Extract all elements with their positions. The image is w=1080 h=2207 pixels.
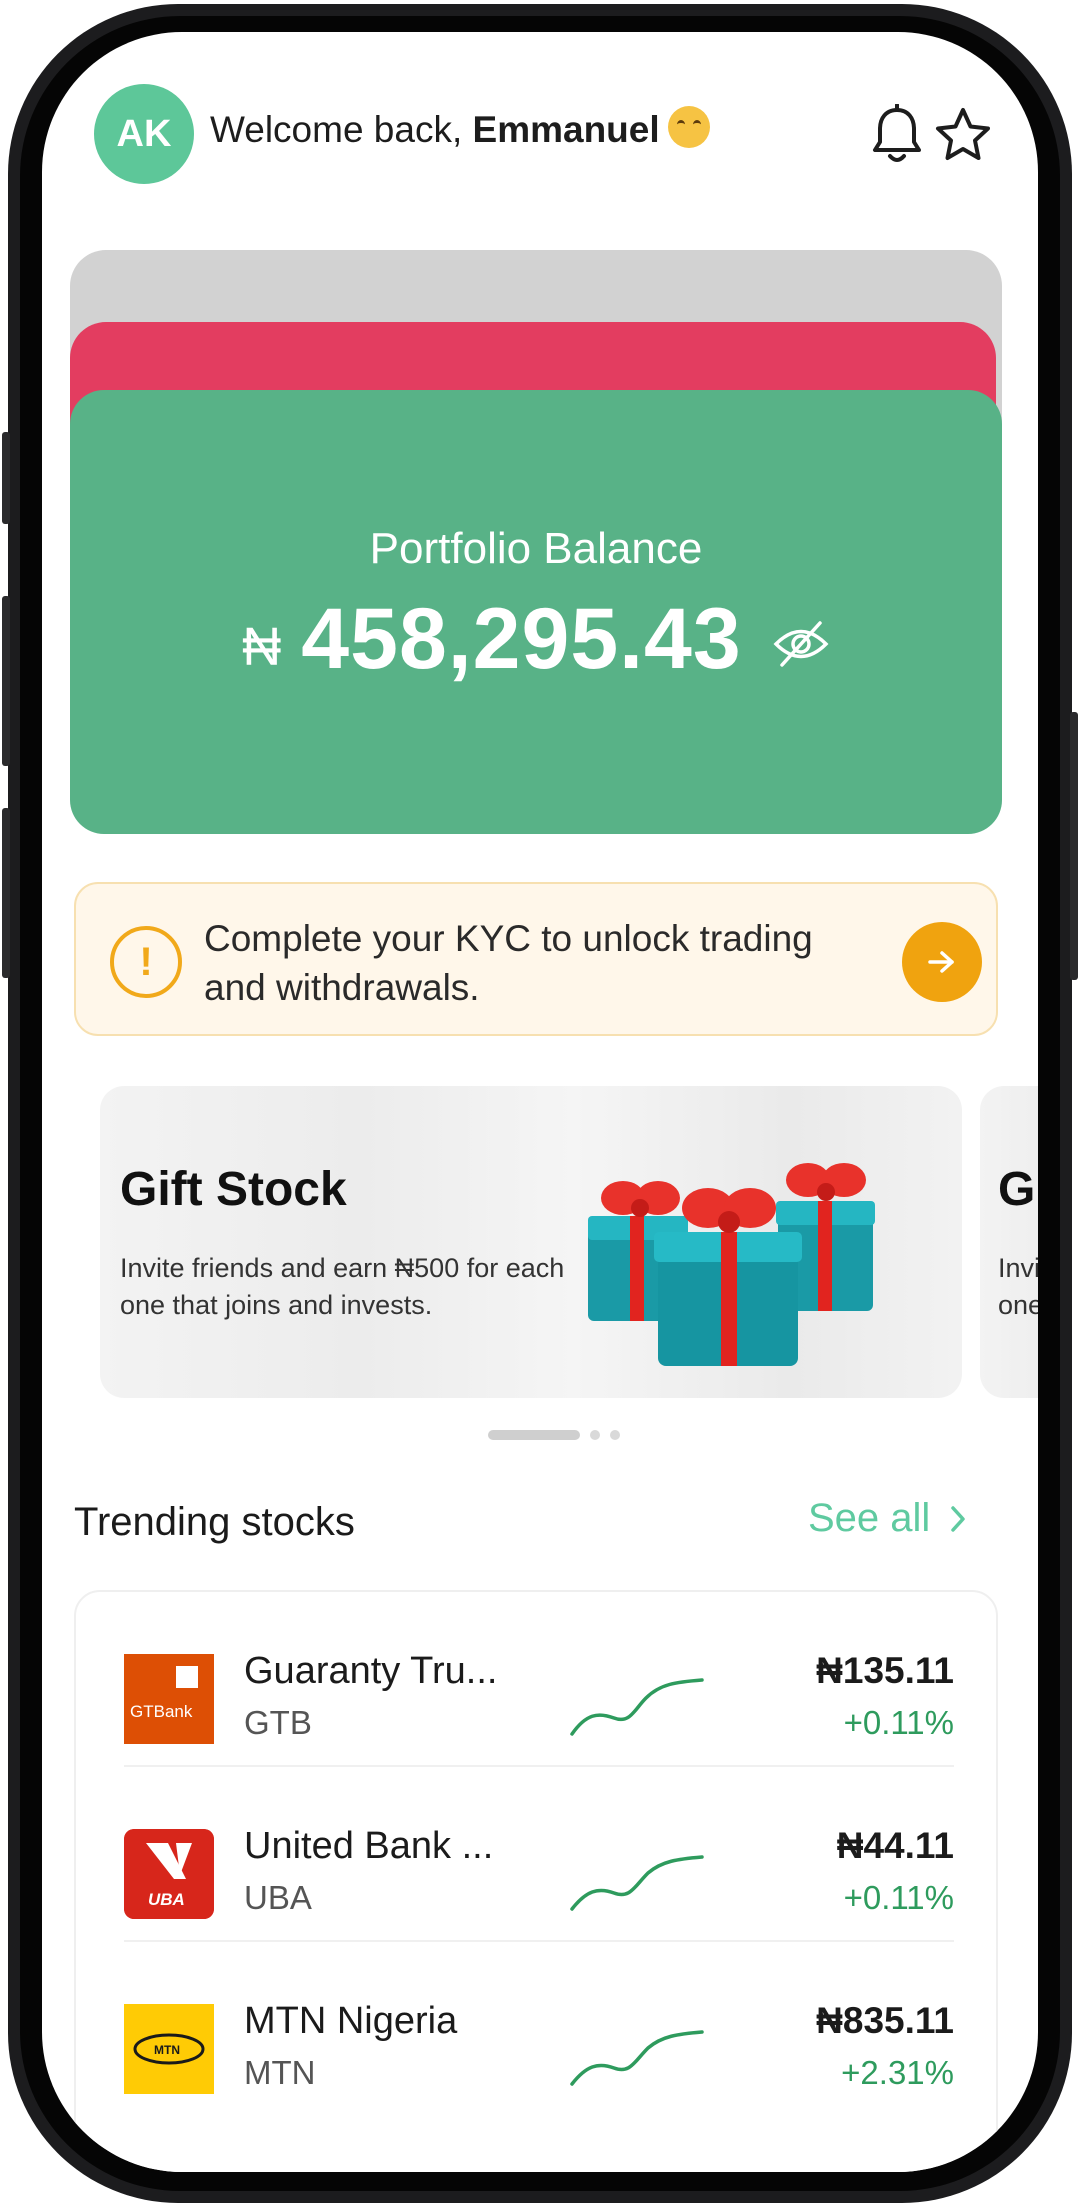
- stock-row-uba[interactable]: UBA United Bank ... UBA ₦44.11 +0.11%: [124, 1767, 954, 1942]
- phone-side-button: [2, 432, 10, 524]
- kyc-message: Complete your KYC to unlock trading and …: [204, 918, 813, 1008]
- stock-price: ₦135.11: [816, 1650, 954, 1691]
- eye-off-icon[interactable]: [772, 619, 830, 669]
- stock-row-mtn[interactable]: MTN MTN Nigeria MTN ₦835.11 +2.31%: [124, 1942, 954, 2117]
- gtbank-logo: GTBank: [124, 1654, 214, 1744]
- phone-volume-down-button: [2, 808, 10, 978]
- see-all-label: See all: [808, 1496, 931, 1540]
- trending-stocks-list: GTBank Guaranty Tru... GTB ₦135.11 +0.11…: [74, 1590, 998, 2172]
- see-all-link[interactable]: See all: [808, 1496, 966, 1541]
- stock-price: ₦835.11: [816, 2000, 954, 2041]
- stock-name: United Bank ...: [244, 1825, 494, 1867]
- promo-card-gift-stock[interactable]: Gift Stock Invite friends and earn ₦500 …: [100, 1086, 962, 1398]
- stock-sparkline: [570, 1855, 704, 1911]
- stock-row-gtb[interactable]: GTBank Guaranty Tru... GTB ₦135.11 +0.11…: [124, 1592, 954, 1767]
- carousel-dot-active[interactable]: [488, 1430, 580, 1440]
- app-screen: AK Welcome back, Emmanuel Portfolio Bala…: [42, 32, 1038, 2172]
- promo-title: Gift Stock: [998, 1163, 1038, 1216]
- stock-change: +2.31%: [841, 2054, 954, 2091]
- party-face-icon: [667, 106, 710, 148]
- stock-sparkline: [570, 1678, 704, 1736]
- stock-logo-text: MTN: [154, 2043, 180, 2057]
- stock-ticker: UBA: [244, 1879, 312, 1916]
- welcome-message: Welcome back, Emmanuel: [210, 106, 710, 151]
- uba-logo: UBA: [124, 1829, 214, 1919]
- portfolio-balance-card[interactable]: Portfolio Balance ₦ 458,295.43: [70, 390, 1002, 834]
- stock-ticker: GTB: [244, 1704, 312, 1741]
- promo-description: Invite friends and earn ₦500 for each on…: [998, 1253, 1038, 1320]
- stock-change: +0.11%: [843, 1879, 954, 1916]
- phone-volume-up-button: [2, 596, 10, 766]
- promo-description: Invite friends and earn ₦500 for each on…: [120, 1253, 565, 1320]
- carousel-dot[interactable]: [610, 1430, 620, 1440]
- mtn-logo: MTN: [124, 2004, 214, 2094]
- stock-ticker: MTN: [244, 2054, 316, 2091]
- stock-name: Guaranty Tru...: [244, 1650, 498, 1692]
- promo-card-next[interactable]: Gift Stock Invite friends and earn ₦500 …: [980, 1086, 1038, 1398]
- stock-sparkline: [570, 2030, 704, 2086]
- trending-stocks-title: Trending stocks: [74, 1500, 355, 1544]
- stock-price: ₦44.11: [836, 1825, 954, 1866]
- star-icon[interactable]: [934, 106, 992, 164]
- chevron-right-icon: [951, 1505, 966, 1532]
- phone-power-button: [1070, 712, 1078, 980]
- gift-boxes-icon: [588, 1163, 875, 1366]
- kyc-banner[interactable]: ! Complete your KYC to unlock trading an…: [74, 882, 998, 1036]
- alert-circle-icon: !: [110, 926, 182, 998]
- portfolio-balance-amount: 458,295.43: [301, 591, 742, 687]
- stock-logo-text: GTBank: [130, 1702, 193, 1721]
- arrow-right-icon: [928, 951, 954, 973]
- bell-icon[interactable]: [870, 104, 924, 166]
- portfolio-balance-label: Portfolio Balance: [369, 524, 703, 573]
- welcome-prefix: Welcome back,: [210, 109, 463, 150]
- stock-change: +0.11%: [843, 1704, 954, 1741]
- stock-name: MTN Nigeria: [244, 2000, 458, 2042]
- user-name: Emmanuel: [472, 109, 660, 150]
- currency-symbol: ₦: [242, 616, 282, 677]
- carousel-dot[interactable]: [590, 1430, 600, 1440]
- promo-title: Gift Stock: [120, 1163, 347, 1216]
- portfolio-balance-row: ₦ 458,295.43: [70, 590, 1002, 689]
- avatar[interactable]: AK: [94, 84, 194, 184]
- stock-logo-text: UBA: [148, 1890, 185, 1909]
- carousel-dots[interactable]: [488, 1430, 620, 1440]
- kyc-continue-button[interactable]: [902, 922, 982, 1002]
